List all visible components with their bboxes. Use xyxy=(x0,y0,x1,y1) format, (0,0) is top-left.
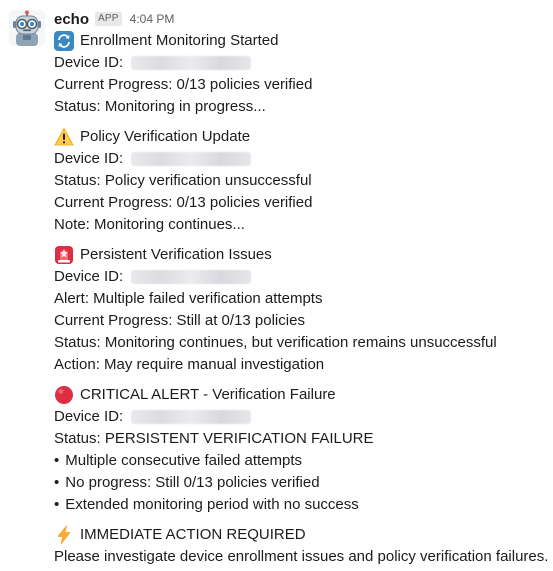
section-line: Current Progress: Still at 0/13 policies xyxy=(54,312,305,329)
section-title-line: CRITICAL ALERT - Verification Failure xyxy=(54,384,549,406)
device-id-label: Device ID: xyxy=(54,268,124,285)
section-action-required: IMMEDIATE ACTION REQUIRED Please investi… xyxy=(54,524,549,568)
redacted-device-id xyxy=(131,152,252,166)
section-line: Action: May require manual investigation xyxy=(54,356,325,373)
redacted-device-id xyxy=(131,270,252,284)
section-enrollment-started: Enrollment Monitoring Started Device ID:… xyxy=(54,30,549,118)
device-id-label: Device ID: xyxy=(54,150,124,167)
device-id-line: Device ID: xyxy=(54,406,549,428)
bullet-text: Extended monitoring period with no succe… xyxy=(65,496,359,513)
redacted-device-id xyxy=(131,410,252,424)
bot-avatar[interactable] xyxy=(9,10,45,46)
message-timestamp[interactable]: 4:04 PM xyxy=(130,12,175,26)
section-title: Persistent Verification Issues xyxy=(80,246,272,263)
robot-avatar-icon xyxy=(9,10,45,46)
device-id-label: Device ID: xyxy=(54,54,124,71)
bullet-mark: • xyxy=(54,496,60,513)
section-line: Status: Monitoring in progress... xyxy=(54,98,266,115)
red-circle-icon xyxy=(55,386,73,404)
section-critical-alert: CRITICAL ALERT - Verification Failure De… xyxy=(54,384,549,516)
section-title-line: Enrollment Monitoring Started xyxy=(54,30,549,52)
section-title: CRITICAL ALERT - Verification Failure xyxy=(80,386,336,403)
device-id-line: Device ID: xyxy=(54,266,549,288)
section-title-line: Policy Verification Update xyxy=(54,126,549,148)
device-id-line: Device ID: xyxy=(54,148,549,170)
section-title-line: IMMEDIATE ACTION REQUIRED xyxy=(54,524,549,546)
section-line: Status: Policy verification unsuccessful xyxy=(54,172,312,189)
bullet-item: • Multiple consecutive failed attempts xyxy=(54,450,549,472)
section-persistent-issues: Persistent Verification Issues Device ID… xyxy=(54,244,549,376)
section-policy-update: Policy Verification Update Device ID: St… xyxy=(54,126,549,236)
section-line: Status: PERSISTENT VERIFICATION FAILURE xyxy=(54,430,374,447)
section-title-line: Persistent Verification Issues xyxy=(54,244,549,266)
section-line: Note: Monitoring continues... xyxy=(54,216,245,233)
bullet-item: • No progress: Still 0/13 policies verif… xyxy=(54,472,549,494)
bullet-text: No progress: Still 0/13 policies verifie… xyxy=(65,474,320,491)
message-header: echo APP 4:04 PM xyxy=(54,8,549,30)
bot-message: echo APP 4:04 PM Enrollment Monitoring S… xyxy=(0,0,553,571)
rotating-light-icon xyxy=(55,246,73,264)
section-line: Status: Monitoring continues, but verifi… xyxy=(54,334,497,351)
bullet-mark: • xyxy=(54,474,60,491)
bullet-item: • Extended monitoring period with no suc… xyxy=(54,494,549,516)
section-title: IMMEDIATE ACTION REQUIRED xyxy=(80,526,306,543)
bullet-mark: • xyxy=(54,452,60,469)
app-badge: APP xyxy=(95,12,122,26)
device-id-line: Device ID: xyxy=(54,52,549,74)
warning-icon xyxy=(54,128,74,146)
section-line: Please investigate device enrollment iss… xyxy=(54,548,549,565)
section-title: Policy Verification Update xyxy=(80,128,251,145)
arrows-counterclockwise-icon xyxy=(54,31,74,51)
bullet-text: Multiple consecutive failed attempts xyxy=(65,452,303,469)
section-title: Enrollment Monitoring Started xyxy=(80,32,279,49)
redacted-device-id xyxy=(131,56,252,70)
section-line: Alert: Multiple failed verification atte… xyxy=(54,290,323,307)
sender-name[interactable]: echo xyxy=(54,11,89,28)
device-id-label: Device ID: xyxy=(54,408,124,425)
section-line: Current Progress: 0/13 policies verified xyxy=(54,76,313,93)
high-voltage-icon xyxy=(57,525,71,545)
section-line: Current Progress: 0/13 policies verified xyxy=(54,194,313,211)
message-content: echo APP 4:04 PM Enrollment Monitoring S… xyxy=(54,8,549,568)
